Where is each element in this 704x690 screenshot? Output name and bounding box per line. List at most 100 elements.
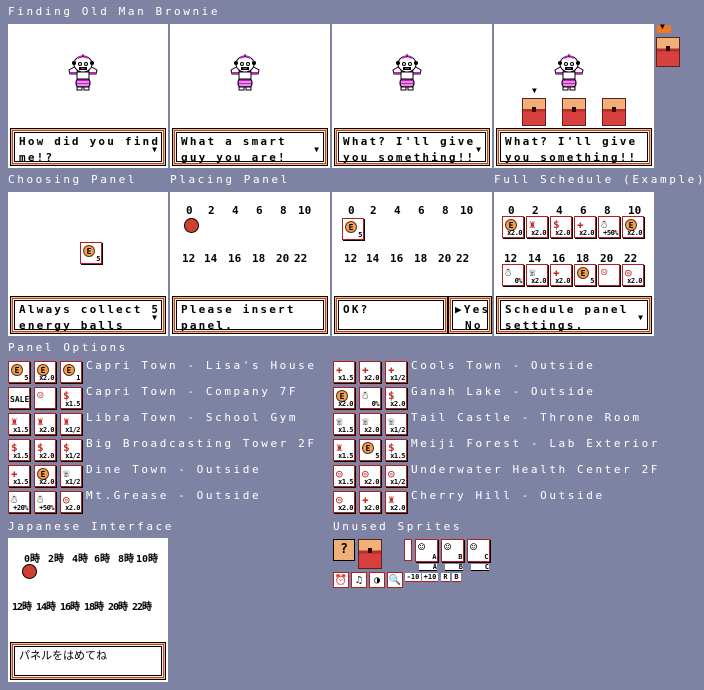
option-panel[interactable]: $ x1.5 [385, 439, 407, 461]
jp-hour-label: 4時 [72, 554, 89, 565]
option-panel[interactable]: ☏ x1.5 [333, 413, 355, 435]
treasure-chest-3[interactable] [602, 98, 626, 126]
hour-label: 10 [460, 204, 474, 217]
option-panel[interactable]: E5 [8, 361, 30, 383]
option-panel[interactable]: ☏ x1/2 [385, 413, 407, 435]
option-panel[interactable]: ☏ x2.0 [359, 413, 381, 435]
option-panel[interactable]: ◎ x1/2 [385, 465, 407, 487]
panel-multiplier-label: x2.0 [555, 277, 570, 285]
option-panel[interactable]: $ x1/2 [60, 439, 82, 461]
option-panel[interactable]: ✚ x1.5 [8, 465, 30, 487]
option-panel[interactable]: ◎ x2.0 [359, 465, 381, 487]
old-man-brownie-sprite [554, 54, 584, 91]
option-panel[interactable]: ◎ x2.0 [60, 491, 82, 513]
schedule-slot-20[interactable]: ☹ [598, 264, 620, 286]
panel-multiplier-label: x1/2 [65, 452, 80, 460]
schedule-slot-18[interactable]: E5 [574, 264, 596, 286]
schedule-slot-10[interactable]: Ex2.0 [622, 216, 644, 238]
panel-multiplier-label: x2.0 [579, 229, 594, 237]
music-note-icon: ♫ [351, 572, 367, 588]
treasure-chest-1[interactable] [522, 98, 546, 126]
hour-label: 0 [186, 204, 193, 217]
energy-ball-icon: E [362, 441, 374, 454]
chosen-panel[interactable]: E5 [80, 242, 102, 264]
face-icon: ☺ [418, 540, 426, 554]
option-panel[interactable]: ☹ [34, 387, 56, 409]
option-panel[interactable]: ◎ x1.5 [333, 465, 355, 487]
dialog-text-area: パネルをはめてね [14, 646, 162, 676]
schedule-slot-12[interactable]: ☃ 0% [502, 264, 524, 286]
hour-label: 8 [442, 204, 449, 217]
dialog-continue-arrow-icon[interactable]: ▼ [314, 142, 319, 158]
character-label: A [432, 553, 436, 561]
panel-multiplier-label: x2.0 [39, 374, 54, 382]
option-panel[interactable]: ☃ +50% [34, 491, 56, 513]
option-location: Ganah Lake - Outside [411, 385, 596, 398]
yes-option[interactable]: ▶Yes [455, 302, 488, 318]
dialog-frame-mid: What? I'll give you something!! [498, 130, 650, 164]
dialog-line: How did you find [19, 135, 161, 148]
option-panel[interactable]: ♜ x2.0 [385, 491, 407, 513]
schedule-slot-4[interactable]: $ x2.0 [550, 216, 572, 238]
panel-multiplier-label: x2.0 [627, 229, 642, 237]
section-title-full-schedule: Full Schedule (Example) [494, 173, 704, 186]
panel-multiplier-label: x1.5 [390, 452, 405, 460]
schedule-slot-8[interactable]: ☃ +50% [598, 216, 620, 238]
dialog-frame-inner: ▶Yes No [451, 299, 489, 332]
panel-multiplier-label: x2.0 [531, 277, 546, 285]
option-panel[interactable]: ✚ x1/2 [385, 361, 407, 383]
hour-label: 4 [232, 204, 239, 217]
option-panel[interactable]: ✚ x2.0 [359, 491, 381, 513]
hour-label: 22 [294, 252, 308, 265]
option-panel[interactable]: ♜ x1/2 [60, 413, 82, 435]
option-panel[interactable]: ☃ +20% [8, 491, 30, 513]
panel-multiplier-label: x1.5 [13, 426, 28, 434]
option-location: Libra Town - School Gym [86, 411, 299, 424]
option-panel[interactable]: $ x1.5 [60, 387, 82, 409]
option-panel[interactable]: $ x2.0 [34, 439, 56, 461]
dialog-line: What? I'll give [505, 135, 638, 148]
treasure-chest-2[interactable] [562, 98, 586, 126]
dialog-line: What? I'll give [343, 135, 476, 148]
schedule-slot-14[interactable]: ☏ x2.0 [526, 264, 548, 286]
schedule-slot-22[interactable]: ◎ x2.0 [622, 264, 644, 286]
dialog-continue-arrow-icon[interactable]: ▼ [152, 142, 157, 158]
option-panel[interactable]: ☏ x1/2 [60, 465, 82, 487]
option-panel[interactable]: E5 [359, 439, 381, 461]
no-option[interactable]: No [455, 318, 485, 334]
option-panel[interactable]: ♜ x1.5 [333, 439, 355, 461]
option-panel[interactable]: SALE [8, 387, 30, 409]
dialog-frame-inner: OK? [337, 299, 445, 331]
option-panel[interactable]: $ x1.5 [8, 439, 30, 461]
option-panel[interactable]: Ex2.0 [34, 361, 56, 383]
option-panel[interactable]: ◎ x2.0 [333, 491, 355, 513]
option-panel[interactable]: ♜ x1.5 [8, 413, 30, 435]
dialog-text-area: What a smart guy you are! ▼ [176, 132, 324, 164]
option-panel[interactable]: $ x2.0 [385, 387, 407, 409]
panel-multiplier-label: 5 [358, 231, 362, 239]
dialog-frame-outer: What a smart guy you are! ▼ [173, 129, 327, 165]
option-panel[interactable]: Ex2.0 [34, 465, 56, 487]
panel-multiplier-label: +20% [13, 504, 28, 512]
schedule-slot-6[interactable]: ✚ x2.0 [574, 216, 596, 238]
placed-panel[interactable]: E5 [342, 218, 364, 240]
dialog-text-area: ▶Yes No [452, 300, 488, 332]
schedule-slot-2[interactable]: ♜ x2.0 [526, 216, 548, 238]
option-panel[interactable]: ✚ x2.0 [359, 361, 381, 383]
dialog-continue-arrow-icon[interactable]: ▼ [638, 310, 643, 326]
option-panel[interactable]: E1 [60, 361, 82, 383]
japanese-dialog: パネルをはめてね [10, 642, 166, 680]
dialog-text-area: How did you find me!? ▼ [14, 132, 162, 164]
dialog-line: me!? [19, 151, 55, 164]
schedule-slot-0[interactable]: Ex2.0 [502, 216, 524, 238]
dialog-continue-arrow-icon[interactable]: ▼ [476, 142, 481, 158]
dialog-frame-inner: Schedule panel settings. ▼ [499, 299, 649, 332]
face-icon: ☺ [470, 540, 478, 554]
option-panel[interactable]: Ex2.0 [333, 387, 355, 409]
option-panel[interactable]: ♜ x2.0 [34, 413, 56, 435]
option-panel[interactable]: ✚ x1.5 [333, 361, 355, 383]
option-panel[interactable]: ☃ 0% [359, 387, 381, 409]
schedule-slot-16[interactable]: ✚ x2.0 [550, 264, 572, 286]
dialog-frame-inner: How did you find me!? ▼ [13, 131, 163, 164]
dialog-continue-arrow-icon[interactable]: ▼ [152, 310, 157, 326]
